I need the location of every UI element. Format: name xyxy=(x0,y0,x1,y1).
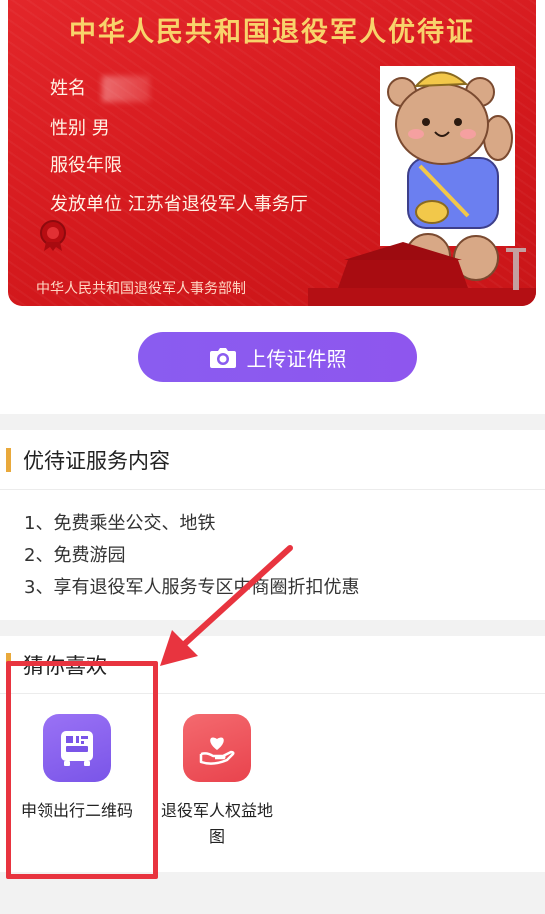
issuer-value: 江苏省退役军人事务厅 xyxy=(127,194,308,215)
annotation-highlight-box xyxy=(6,661,158,879)
card-title: 中华人民共和国退役军人优待证 xyxy=(69,17,475,48)
services-title: 优待证服务内容 xyxy=(23,448,170,473)
veteran-card: 中华人民共和国退役军人优待证 姓名 性别 男 服役年限 发放单位 江苏省退役军人… xyxy=(8,0,536,306)
section-accent-bar xyxy=(6,447,11,472)
service-years-field: 服役年限 xyxy=(50,151,122,177)
upload-photo-button[interactable]: 上传证件照 xyxy=(138,332,417,382)
seal-icon xyxy=(40,220,66,251)
gender-field: 性别 男 xyxy=(50,114,110,140)
gender-value: 男 xyxy=(91,118,110,139)
name-label: 姓名 xyxy=(50,78,86,99)
services-header: 优待证服务内容 xyxy=(0,430,545,490)
issuer-field: 发放单位 江苏省退役军人事务厅 xyxy=(50,190,308,216)
issuer-label: 发放单位 xyxy=(50,194,122,215)
ministry-text: 中华人民共和国退役军人事务部制 xyxy=(36,281,246,297)
gender-label: 性别 xyxy=(50,118,86,139)
camera-icon xyxy=(209,348,236,368)
app-veteran-rights-map[interactable]: 退役军人权益地图 xyxy=(152,714,282,850)
name-field: 姓名 xyxy=(50,74,150,102)
upload-button-label: 上传证件照 xyxy=(246,346,347,371)
annotation-arrow xyxy=(160,545,293,666)
card-area: 中华人民共和国退役军人优待证 姓名 性别 男 服役年限 发放单位 江苏省退役军人… xyxy=(0,0,545,310)
service-item: 1、免费乘坐公交、地铁 xyxy=(24,513,216,534)
heart-hand-icon xyxy=(183,714,251,782)
upload-section: 上传证件照 xyxy=(0,310,545,414)
app-label: 退役军人权益地图 xyxy=(160,801,273,846)
tiananmen-gate-graphic xyxy=(308,242,536,306)
service-years-label: 服役年限 xyxy=(50,155,122,176)
name-value-blurred xyxy=(101,76,150,102)
